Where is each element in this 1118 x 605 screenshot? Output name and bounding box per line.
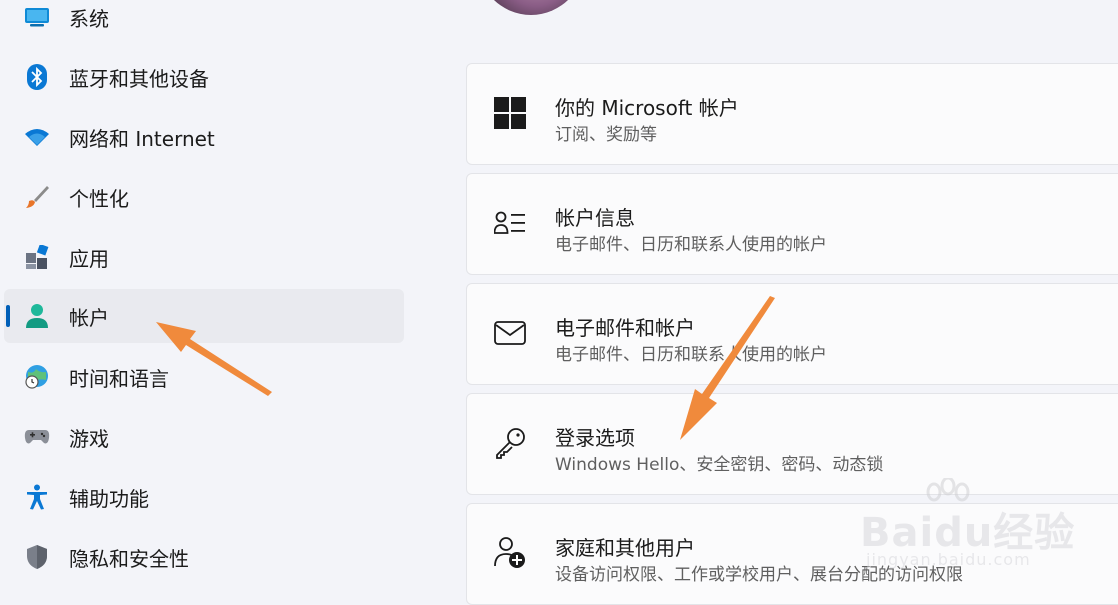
sidebar-item-label: 应用 [69,246,109,271]
sidebar-item-time-language[interactable]: 时间和语言 [4,350,404,404]
wifi-icon [24,124,50,150]
card-account-info[interactable]: 帐户信息 电子邮件、日历和联系人使用的帐户 [466,173,1118,275]
card-title: 帐户信息 [555,206,635,230]
sidebar-item-label: 帐户 [69,305,109,330]
sidebar-item-accounts[interactable]: 帐户 [4,289,404,343]
card-subtitle: 订阅、奖励等 [555,125,657,145]
sidebar-item-label: 系统 [69,6,109,31]
card-title: 你的 Microsoft 帐户 [555,96,739,120]
paintbrush-icon [24,184,50,210]
card-subtitle: 电子邮件、日历和联系人使用的帐户 [555,345,827,365]
gamepad-icon [24,424,50,450]
sidebar-item-label: 个性化 [69,186,129,211]
sidebar-item-label: 隐私和安全性 [69,546,189,571]
globe-clock-icon [24,364,50,390]
watermark: Baidu经验 jingyan.baidu.com [860,478,1110,588]
shield-icon [24,544,50,570]
person-icon [24,303,50,329]
card-title: 登录选项 [555,426,635,450]
sidebar-item-apps[interactable]: 应用 [4,230,404,284]
sidebar-item-bluetooth[interactable]: 蓝牙和其他设备 [4,50,404,104]
account-info-icon [493,206,527,240]
sidebar-item-label: 网络和 Internet [69,126,215,151]
windows-logo-icon [493,96,527,130]
sidebar-nav: 系统 蓝牙和其他设备 网络和 Internet 个性化 应用 帐户 时间和语言 … [0,0,420,597]
bluetooth-icon [24,64,50,90]
card-subtitle: Windows Hello、安全密钥、密码、动态锁 [555,455,884,475]
sidebar-item-personalization[interactable]: 个性化 [4,170,404,224]
key-icon [493,426,527,460]
add-user-icon [493,536,527,570]
card-title: 家庭和其他用户 [555,536,695,560]
sidebar-item-privacy-security[interactable]: 隐私和安全性 [4,530,404,584]
card-microsoft-account[interactable]: 你的 Microsoft 帐户 订阅、奖励等 [466,63,1118,165]
sidebar-item-label: 时间和语言 [69,366,169,391]
sidebar-item-network[interactable]: 网络和 Internet [4,110,404,164]
sidebar-item-label: 游戏 [69,426,109,451]
active-indicator [6,305,10,327]
sidebar-item-label: 辅助功能 [69,486,149,511]
card-subtitle: 电子邮件、日历和联系人使用的帐户 [555,235,827,255]
accessibility-icon [24,484,50,510]
sidebar-item-gaming[interactable]: 游戏 [4,410,404,464]
sidebar-item-accessibility[interactable]: 辅助功能 [4,470,404,524]
apps-icon [24,244,50,270]
mail-icon [493,316,527,350]
sidebar-item-label: 蓝牙和其他设备 [69,66,209,91]
card-title: 电子邮件和帐户 [555,316,695,340]
card-email-accounts[interactable]: 电子邮件和帐户 电子邮件、日历和联系人使用的帐户 [466,283,1118,385]
watermark-url: jingyan.baidu.com [866,550,1031,569]
avatar [476,0,586,15]
sidebar-item-system[interactable]: 系统 [4,0,404,44]
monitor-icon [24,4,50,30]
